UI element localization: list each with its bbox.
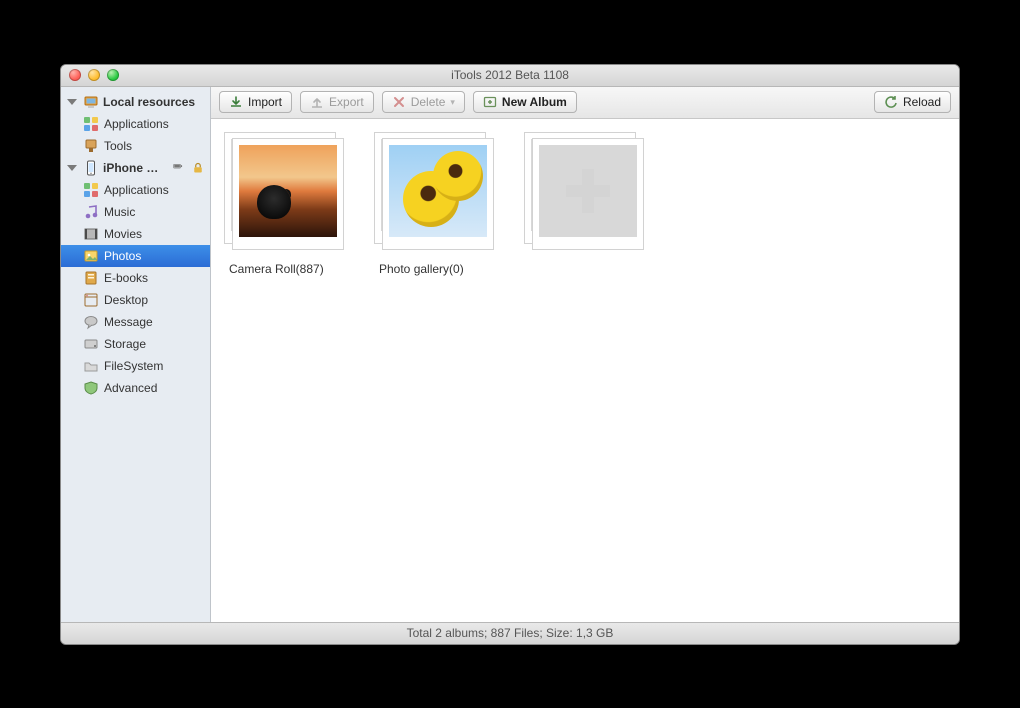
book-icon: [83, 270, 99, 286]
sidebar-item-label: Storage: [104, 337, 146, 351]
sidebar-item-label: Applications: [104, 183, 169, 197]
iphone-icon: [83, 160, 99, 176]
status-text: Total 2 albums; 887 Files; Size: 1,3 GB: [407, 626, 614, 640]
window-title: iTools 2012 Beta 1108: [61, 68, 959, 82]
delete-button[interactable]: Delete ▾: [382, 91, 465, 113]
sidebar-item-label: Message: [104, 315, 153, 329]
sidebar-item-desktop[interactable]: Desktop: [61, 289, 210, 311]
photos-icon: [83, 248, 99, 264]
sidebar-item-message[interactable]: Message: [61, 311, 210, 333]
button-label: Reload: [903, 95, 941, 109]
lock-icon: [190, 160, 206, 176]
new-album-button[interactable]: New Album: [473, 91, 577, 113]
album-camera-roll[interactable]: Camera Roll(887): [223, 134, 353, 276]
sidebar: Local resources Applications Tools iP: [61, 87, 211, 622]
album-label: Camera Roll(887): [223, 262, 324, 276]
album-thumbnail-new: [528, 134, 648, 254]
sidebar-item-local-applications[interactable]: Applications: [61, 113, 210, 135]
folder-icon: [83, 358, 99, 374]
sidebar-item-label: Tools: [104, 139, 132, 153]
sidebar-item-storage[interactable]: Storage: [61, 333, 210, 355]
sidebar-item-label: Advanced: [104, 381, 157, 395]
import-icon: [229, 95, 243, 109]
sidebar-item-applications[interactable]: Applications: [61, 179, 210, 201]
album-photo-gallery[interactable]: Photo gallery(0): [373, 134, 503, 276]
sidebar-item-music[interactable]: Music: [61, 201, 210, 223]
sidebar-group-local[interactable]: Local resources: [61, 91, 210, 113]
zoom-button[interactable]: [107, 69, 119, 81]
apps-icon: [83, 182, 99, 198]
sidebar-item-advanced[interactable]: Advanced: [61, 377, 210, 399]
album-label: Photo gallery(0): [373, 262, 464, 276]
chevron-down-icon: [67, 165, 77, 171]
apps-icon: [83, 116, 99, 132]
sidebar-item-ebooks[interactable]: E-books: [61, 267, 210, 289]
sidebar-item-label: Desktop: [104, 293, 148, 307]
chevron-down-icon: [67, 99, 77, 105]
album-thumbnail: [228, 134, 348, 254]
sidebar-item-local-tools[interactable]: Tools: [61, 135, 210, 157]
minimize-button[interactable]: [88, 69, 100, 81]
titlebar: iTools 2012 Beta 1108: [61, 65, 959, 87]
tools-icon: [83, 138, 99, 154]
album-grid: Camera Roll(887) Photo gallery(0): [211, 119, 959, 622]
computer-icon: [83, 94, 99, 110]
sidebar-item-label: Movies: [104, 227, 142, 241]
statusbar: Total 2 albums; 887 Files; Size: 1,3 GB: [61, 622, 959, 644]
music-icon: [83, 204, 99, 220]
export-button[interactable]: Export: [300, 91, 374, 113]
sidebar-item-label: Applications: [104, 117, 169, 131]
button-label: Delete: [411, 95, 446, 109]
window-body: Local resources Applications Tools iP: [61, 87, 959, 622]
reload-icon: [884, 95, 898, 109]
message-icon: [83, 314, 99, 330]
shield-icon: [83, 380, 99, 396]
sidebar-item-label: E-books: [104, 271, 148, 285]
sidebar-group-label: Local resources: [103, 95, 195, 109]
battery-icon: [170, 160, 186, 176]
album-thumbnail: [378, 134, 498, 254]
reload-button[interactable]: Reload: [874, 91, 951, 113]
sidebar-item-movies[interactable]: Movies: [61, 223, 210, 245]
import-button[interactable]: Import: [219, 91, 292, 113]
chevron-down-icon: ▾: [450, 97, 455, 108]
new-album-icon: [483, 95, 497, 109]
app-window: iTools 2012 Beta 1108 Local resources Ap…: [60, 64, 960, 645]
export-icon: [310, 95, 324, 109]
delete-icon: [392, 95, 406, 109]
button-label: Export: [329, 95, 364, 109]
sidebar-group-label: iPhone de...: [103, 161, 163, 175]
album-new[interactable]: [523, 134, 653, 254]
sidebar-item-label: Music: [104, 205, 135, 219]
sidebar-item-photos[interactable]: Photos: [61, 245, 210, 267]
sidebar-item-filesystem[interactable]: FileSystem: [61, 355, 210, 377]
toolbar: Import Export Delete ▾: [211, 87, 959, 119]
button-label: Import: [248, 95, 282, 109]
button-label: New Album: [502, 95, 567, 109]
storage-icon: [83, 336, 99, 352]
traffic-lights: [61, 69, 119, 81]
main-pane: Import Export Delete ▾: [211, 87, 959, 622]
movies-icon: [83, 226, 99, 242]
sidebar-group-iphone[interactable]: iPhone de...: [61, 157, 210, 179]
sidebar-item-label: Photos: [104, 249, 141, 263]
desktop-icon: [83, 292, 99, 308]
sidebar-item-label: FileSystem: [104, 359, 163, 373]
close-button[interactable]: [69, 69, 81, 81]
